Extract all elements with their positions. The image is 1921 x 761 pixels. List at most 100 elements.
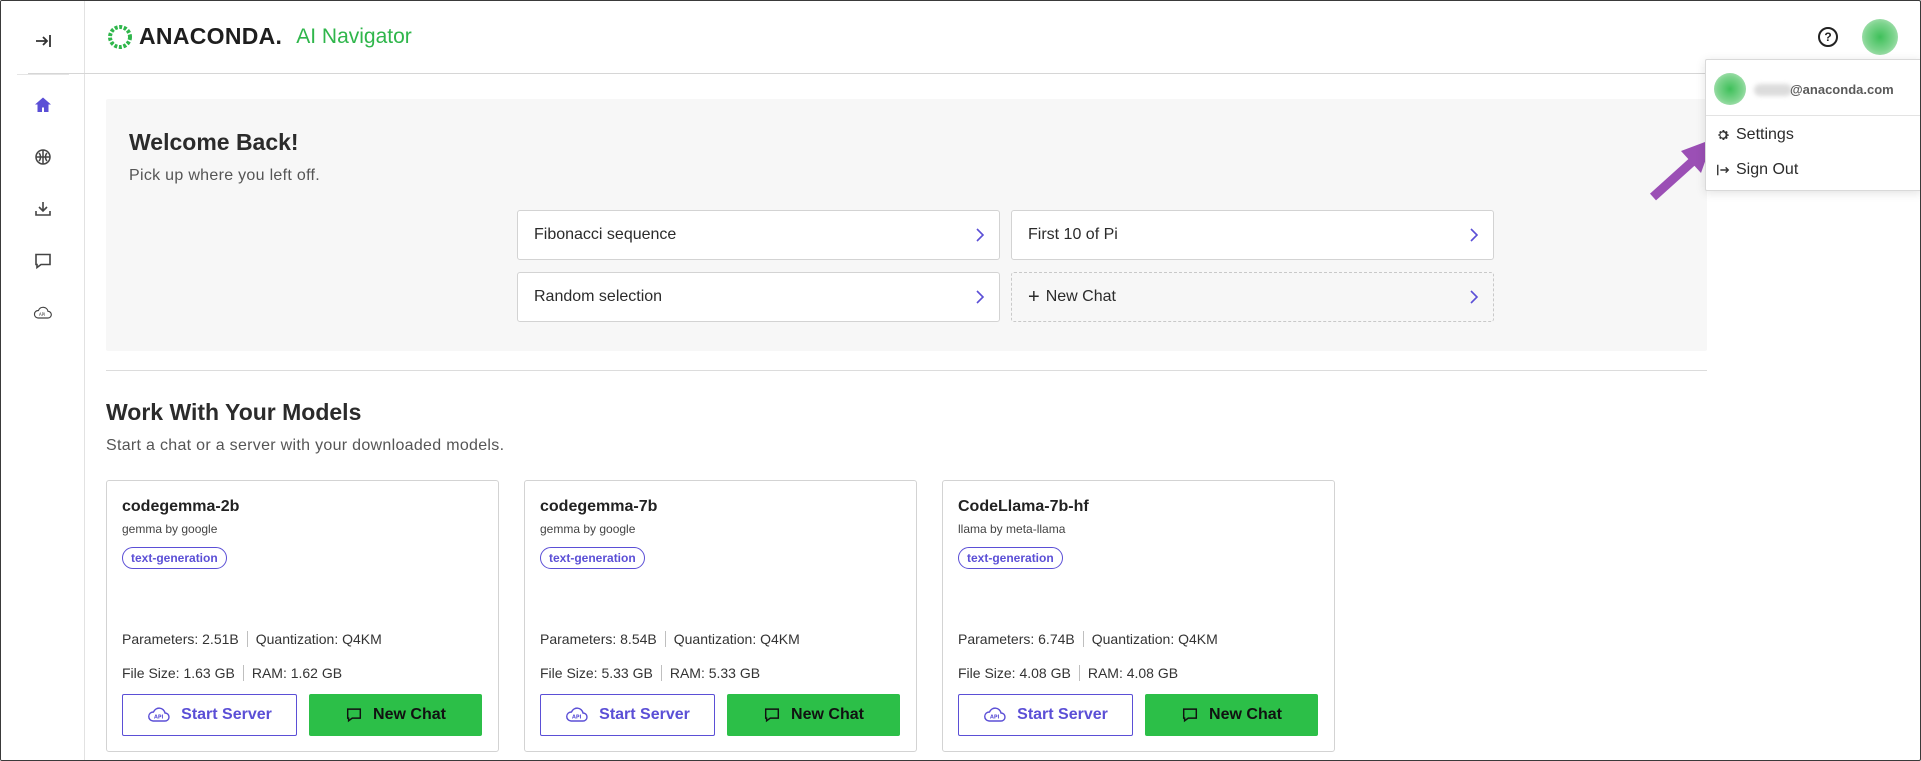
model-quantization: Quantization: Q4KM — [1091, 631, 1218, 647]
model-file-size: File Size: 4.08 GB — [958, 665, 1071, 681]
chevron-right-icon — [976, 290, 985, 304]
model-org: llama by meta-llama — [958, 522, 1066, 536]
product-name: AI Navigator — [296, 24, 412, 48]
menu-item-settings[interactable]: Settings — [1716, 124, 1794, 146]
home-icon — [35, 97, 51, 112]
menu-item-label: Settings — [1736, 126, 1794, 143]
start-server-button[interactable]: API Start Server — [540, 694, 715, 736]
user-avatar-button[interactable] — [1862, 19, 1898, 55]
chevron-right-icon — [1470, 228, 1479, 242]
model-stats-row: File Size: 4.08 GB RAM: 4.08 GB — [958, 665, 1178, 681]
chat-icon — [35, 253, 51, 270]
welcome-title: Welcome Back! — [129, 129, 299, 155]
stat-divider — [242, 665, 244, 681]
collapse-arrow-icon — [36, 35, 51, 47]
model-tag-badge: text-generation — [540, 547, 645, 569]
model-parameters: Parameters: 6.74B — [958, 631, 1075, 647]
start-server-button[interactable]: API Start Server — [958, 694, 1133, 736]
model-stats-row: Parameters: 6.74B Quantization: Q4KM — [958, 631, 1218, 647]
sign-out-icon — [1717, 164, 1730, 176]
new-chat-label: New Chat — [373, 706, 446, 723]
new-chat-label: New Chat — [1209, 706, 1282, 723]
model-file-size: File Size: 5.33 GB — [540, 665, 653, 681]
chat-title: Fibonacci sequence — [534, 226, 677, 243]
chat-title: Random selection — [534, 288, 663, 305]
collapse-sidebar-button[interactable] — [27, 25, 59, 57]
model-stats-row: File Size: 5.33 GB RAM: 5.33 GB — [540, 665, 760, 681]
recent-chat-card[interactable]: Fibonacci sequence — [517, 210, 1000, 260]
chevron-right-icon — [976, 228, 985, 242]
recent-chat-card[interactable]: First 10 of Pi — [1011, 210, 1494, 260]
user-menu-dropdown: @anaconda.com Settings Sign Out — [1705, 59, 1920, 191]
model-parameters: Parameters: 8.54B — [540, 631, 657, 647]
sidebar-item-chat[interactable] — [27, 245, 59, 277]
stat-divider — [664, 631, 666, 647]
model-tag-badge: text-generation — [958, 547, 1063, 569]
start-server-button[interactable]: API Start Server — [122, 694, 297, 736]
user-email: @anaconda.com — [1790, 82, 1894, 97]
plus-icon: + — [1028, 286, 1040, 308]
brain-icon — [35, 149, 51, 165]
new-chat-button[interactable]: New Chat — [727, 694, 900, 736]
start-server-label: Start Server — [1017, 706, 1108, 723]
model-name: codegemma-2b — [122, 498, 240, 515]
model-name: CodeLlama-7b-hf — [958, 498, 1089, 515]
welcome-subtitle: Pick up where you left off. — [129, 167, 321, 184]
menu-item-sign-out[interactable]: Sign Out — [1716, 159, 1798, 181]
sidebar-item-models[interactable] — [27, 141, 59, 173]
stat-divider — [246, 631, 248, 647]
svg-text:API: API — [154, 715, 164, 721]
help-icon: ? — [1824, 30, 1832, 44]
sidebar-item-downloads[interactable] — [27, 193, 59, 225]
model-file-size: File Size: 1.63 GB — [122, 665, 235, 681]
svg-text:API: API — [39, 312, 46, 317]
model-ram: RAM: 1.62 GB — [251, 665, 343, 681]
models-section-title: Work With Your Models — [106, 399, 362, 425]
sidebar-item-api-server[interactable]: API — [27, 297, 59, 329]
new-chat-button[interactable]: New Chat — [309, 694, 482, 736]
model-stats-row: Parameters: 2.51B Quantization: Q4KM — [122, 631, 382, 647]
model-stats-row: Parameters: 8.54B Quantization: Q4KM — [540, 631, 800, 647]
api-cloud-icon: API — [33, 306, 52, 319]
anaconda-ring-icon — [108, 24, 132, 49]
start-server-label: Start Server — [181, 706, 272, 723]
chevron-right-icon — [1470, 290, 1479, 304]
chat-icon — [1183, 708, 1198, 723]
model-stats-row: File Size: 1.63 GB RAM: 1.62 GB — [122, 665, 342, 681]
avatar — [1714, 73, 1746, 105]
model-org: gemma by google — [122, 522, 218, 536]
model-quantization: Quantization: Q4KM — [255, 631, 382, 647]
model-name: codegemma-7b — [540, 498, 658, 515]
new-chat-button[interactable]: New Chat — [1145, 694, 1318, 736]
new-chat-card[interactable]: + New Chat — [1011, 272, 1494, 322]
stat-divider — [1078, 665, 1080, 681]
redacted-username — [1754, 84, 1792, 96]
welcome-panel: Welcome Back! Pick up where you left off… — [106, 99, 1707, 351]
svg-text:API: API — [572, 715, 582, 721]
section-divider — [106, 370, 1707, 371]
sidebar-item-home[interactable] — [27, 89, 59, 121]
models-section-subtitle: Start a chat or a server with your downl… — [106, 437, 505, 454]
gear-icon — [1718, 130, 1729, 140]
user-info: @anaconda.com — [1706, 60, 1920, 116]
start-server-label: Start Server — [599, 706, 690, 723]
model-quantization: Quantization: Q4KM — [673, 631, 800, 647]
sidebar: API — [1, 1, 85, 760]
download-icon — [35, 202, 51, 216]
help-button[interactable]: ? — [1818, 27, 1838, 47]
top-header: ANACONDA. AI Navigator ? — [85, 1, 1920, 73]
chat-title: First 10 of Pi — [1028, 226, 1118, 243]
sidebar-divider — [17, 74, 69, 75]
model-ram: RAM: 5.33 GB — [669, 665, 761, 681]
api-cloud-icon: API — [984, 707, 1006, 722]
svg-text:API: API — [990, 715, 1000, 721]
stat-divider — [1082, 631, 1084, 647]
model-parameters: Parameters: 2.51B — [122, 631, 239, 647]
new-chat-label: New Chat — [791, 706, 864, 723]
chat-icon — [347, 708, 362, 723]
recent-chat-card[interactable]: Random selection — [517, 272, 1000, 322]
anaconda-logo[interactable]: ANACONDA. AI Navigator — [107, 23, 412, 50]
model-card: CodeLlama-7b-hf llama by meta-llama text… — [942, 480, 1335, 752]
model-org: gemma by google — [540, 522, 636, 536]
model-ram: RAM: 4.08 GB — [1087, 665, 1179, 681]
